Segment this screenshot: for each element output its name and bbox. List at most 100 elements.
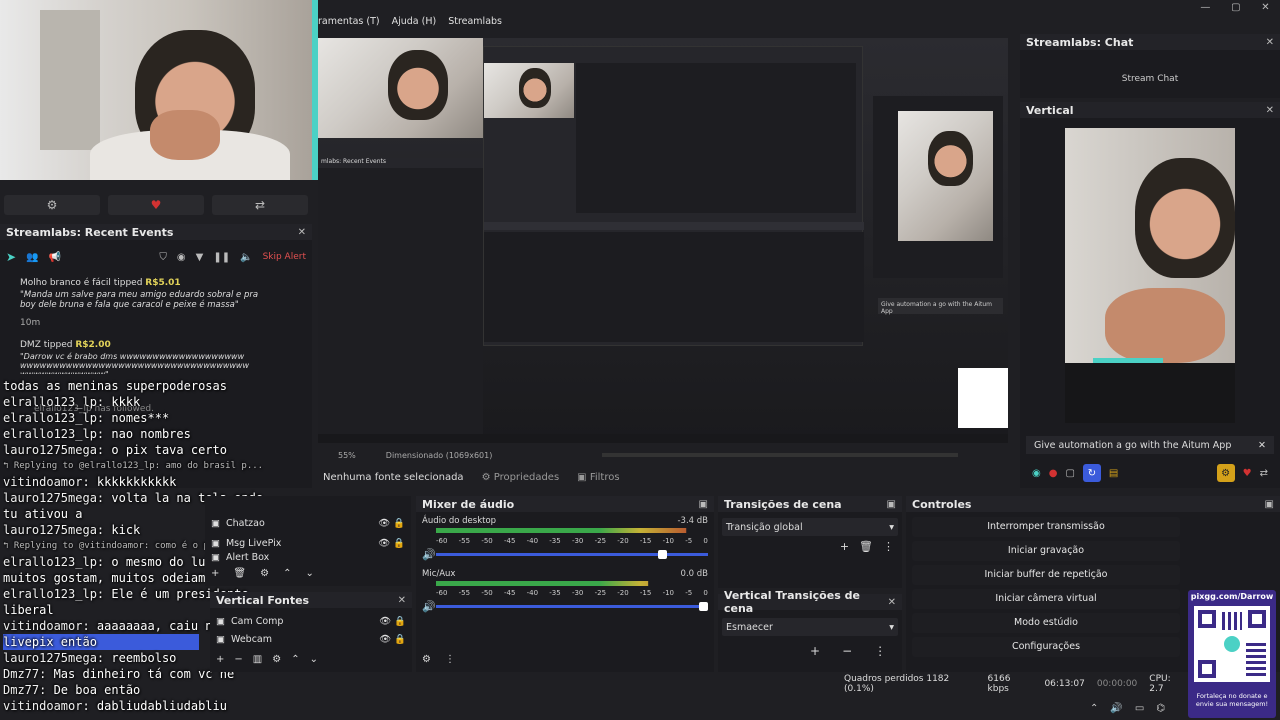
settings-button[interactable]: Configurações [912,637,1180,657]
maximize-icon[interactable]: ▢ [1231,0,1240,14]
remove-icon[interactable]: − [234,654,242,665]
mute-icon[interactable]: 🔈 [240,252,252,263]
minimize-icon[interactable]: — [1200,0,1210,14]
undock-icon[interactable]: ▣ [699,499,708,510]
vertical-dock-title: Vertical [1026,103,1074,117]
aitum-banner: Give automation a go with the Aitum App … [1026,436,1274,454]
add-icon[interactable]: + [810,644,820,658]
undock-icon[interactable]: ▣ [887,499,896,510]
add-icon[interactable]: + [216,654,224,665]
chevron-down-icon: ▾ [889,621,894,633]
chat-line: vitindoamor: dabliudabliudabliu [3,699,227,713]
start-recording-button[interactable]: Iniciar gravação [912,541,1180,561]
add-icon[interactable]: + [211,568,219,579]
stream-icon[interactable]: ◉ [1032,468,1041,479]
trash-icon[interactable]: 🗑 [859,540,873,553]
megaphone-icon[interactable]: 📢 [49,252,61,263]
heart-icon[interactable]: ♥ [1243,468,1252,479]
start-replay-buffer-button[interactable]: Iniciar buffer de repetição [912,565,1180,585]
undock-icon[interactable]: ▣ [1265,499,1274,510]
vertical-controls: ◉ ● ▢ ↻ ▤ ⚙ ♥ ⇄ [1026,462,1274,484]
start-virtual-camera-button[interactable]: Iniciar câmera virtual [912,589,1180,609]
gear-icon[interactable]: ⚙ [260,568,269,579]
vertical-transition-toolbar: + − ⋮ [810,644,886,658]
chat-line: Dmz77: De boa então [3,683,141,697]
nested-obs [483,46,864,346]
advanced-audio-icon[interactable]: ⚙ [422,654,431,665]
speaker-icon[interactable]: 🔊 [422,548,436,561]
close-icon[interactable]: ✕ [1266,37,1274,48]
source-item[interactable]: ▣ Webcam 👁 🔒 [216,630,406,648]
down-icon[interactable]: ⌄ [310,654,318,665]
filter-icon[interactable]: ▼ [196,252,204,263]
menu-item-tools[interactable]: ramentas (T) [318,16,380,32]
chevron-up-icon[interactable]: ⌃ [1090,703,1098,714]
gear-icon[interactable]: ⚙ [1216,464,1235,482]
stop-streaming-button[interactable]: Interromper transmissão [912,517,1180,537]
gear-icon[interactable]: ⚙ [272,654,281,665]
shield-icon[interactable]: ⛉ [159,252,167,263]
send-icon[interactable]: ➤ [6,250,16,264]
up-icon[interactable]: ⌃ [291,654,299,665]
source-item[interactable]: ▣ Msg LivePix 👁 🔒 [211,534,405,552]
more-icon[interactable]: ⋮ [874,644,886,658]
pixgg-overlay: pixgg.com/Darrow Fortaleça no donate e e… [1188,590,1276,718]
speaker-icon[interactable]: 🔊 [1110,703,1122,714]
close-icon[interactable]: ✕ [1266,105,1274,116]
down-icon[interactable]: ⌄ [305,568,313,579]
stop-icon[interactable]: ▢ [1065,468,1074,479]
filters-button[interactable]: ▣ Filtros [577,472,619,483]
source-item[interactable]: ▣ Alert Box [211,552,405,562]
group-icon[interactable]: ▥ [253,654,262,665]
switch-icon[interactable]: ⇄ [212,195,308,215]
source-item[interactable]: ▣ Cam Comp 👁 🔒 [216,612,406,630]
gear-icon[interactable]: ⚙ [4,195,100,215]
more-icon[interactable]: ⋮ [445,654,455,665]
folder-icon[interactable]: ▤ [1109,468,1118,479]
trash-icon[interactable]: 🗑 [233,568,246,579]
chat-line: elrallo123_lp: nomes*** [3,411,170,425]
network-icon[interactable]: ⌬ [1156,703,1165,714]
studio-mode-button[interactable]: Modo estúdio [912,613,1180,633]
main-canvas[interactable]: Give automation a go with the Aitum App … [318,38,1008,443]
close-icon[interactable]: ✕ [298,227,306,238]
mixer-dock: Mixer de áudio ▣ Áudio do desktop -3.4 d… [416,496,714,672]
record-icon[interactable]: ● [1049,468,1058,479]
canvas-scrollbar[interactable] [602,453,958,457]
users-icon[interactable]: 👥 [26,252,38,263]
pause-icon[interactable]: ❚❚ [213,252,230,263]
menu-item-streamlabs[interactable]: Streamlabs [448,16,502,32]
vertical-preview[interactable] [1065,128,1235,363]
nested-webcam [318,38,483,138]
add-icon[interactable]: + [840,540,849,553]
close-icon[interactable]: ✕ [398,595,406,606]
event-amount: R$5.01 [145,278,181,288]
source-item[interactable]: ▣ Chatzao 👁 🔒 [211,514,405,532]
menu-item-help[interactable]: Ajuda (H) [392,16,437,32]
volume-slider[interactable] [436,550,708,559]
up-icon[interactable]: ⌃ [283,568,291,579]
stream-time: 06:13:07 [1044,679,1085,689]
switch-icon[interactable]: ⇄ [1260,468,1268,479]
skip-alert-button[interactable]: Skip Alert [263,252,306,262]
properties-button[interactable]: ⚙ Propriedades [482,472,560,483]
stream-chat-label: Stream Chat [1121,74,1179,84]
zoom-level[interactable]: 55% [338,451,356,460]
volume-slider[interactable] [436,602,708,611]
chat-line: lauro1275mega: o pix tava certo [3,443,227,457]
taskbar-tray: ⌃ 🔊 ▭ ⌬ [1090,698,1190,718]
battery-icon[interactable]: ▭ [1135,703,1144,714]
speaker-icon[interactable]: 🔊 [422,600,436,613]
heart-icon[interactable]: ♥ [108,195,204,215]
close-icon[interactable]: ✕ [1258,440,1266,451]
transition-select[interactable]: Transição global ▾ [722,518,898,536]
replay-icon[interactable]: ↻ [1082,464,1101,482]
close-icon[interactable]: ✕ [888,597,896,608]
transition-toolbar: + 🗑 ⋮ [840,540,894,553]
remove-icon[interactable]: − [842,644,852,658]
eye-icon[interactable]: ◉ [177,252,186,263]
more-icon[interactable]: ⋮ [883,540,894,553]
source-label: Alert Box [225,552,270,562]
transition-select[interactable]: Esmaecer ▾ [722,618,898,636]
close-icon[interactable]: ✕ [1261,0,1269,14]
